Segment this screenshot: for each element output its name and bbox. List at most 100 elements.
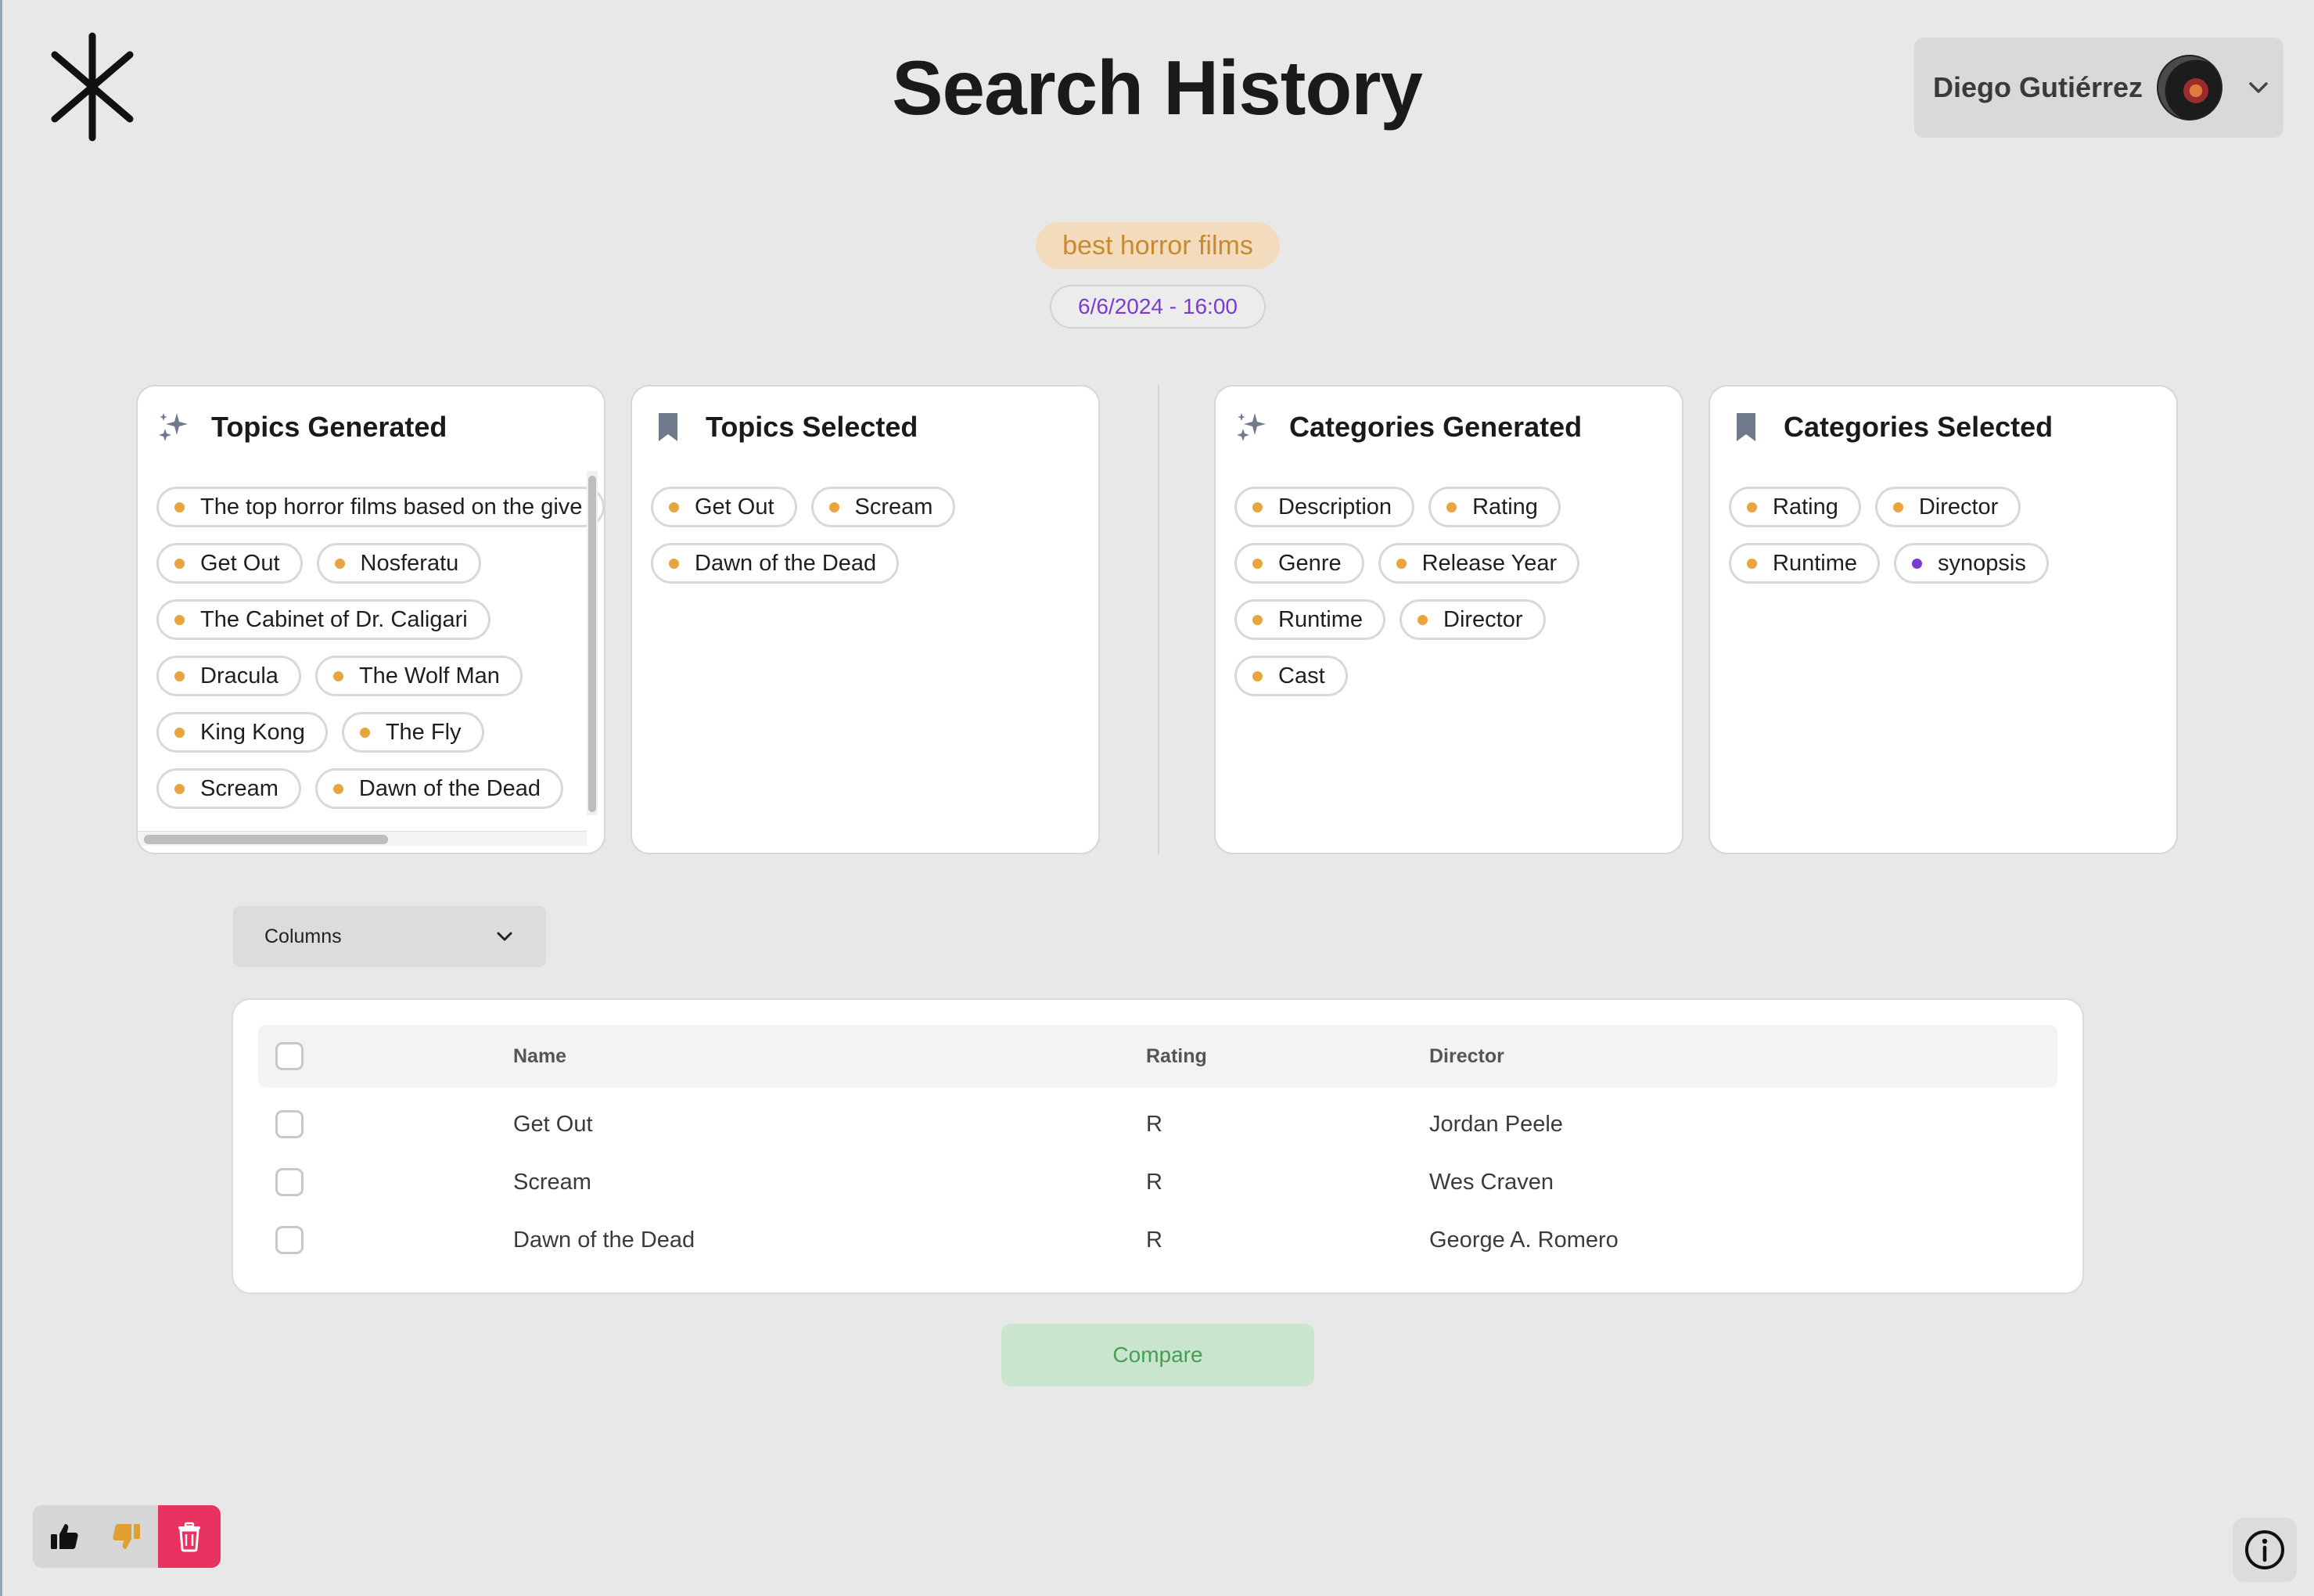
status-dot (174, 670, 185, 681)
chevron-down-icon (497, 932, 512, 941)
category-chip[interactable]: Runtime (1234, 599, 1385, 640)
thumbs-down-icon (113, 1524, 140, 1549)
topic-chip[interactable]: The Cabinet of Dr. Caligari (156, 599, 490, 640)
topic-chip[interactable]: Nosferatu (316, 543, 482, 584)
card-header: Topics Generated (156, 410, 447, 444)
results-table: Name Rating Director Get Out R Jordan Pe… (232, 998, 2084, 1294)
topic-chip[interactable]: Dawn of the Dead (314, 768, 564, 809)
user-menu-button[interactable]: Diego Gutiérrez (1914, 38, 2283, 138)
category-chip[interactable]: Release Year (1378, 543, 1580, 584)
status-dot (174, 783, 185, 794)
status-dot (1892, 501, 1903, 512)
chevron-down-icon (2249, 82, 2268, 93)
card-title: Categories Generated (1289, 411, 1583, 443)
status-dot (1446, 501, 1457, 512)
status-dot (1252, 614, 1263, 625)
topic-chip[interactable]: Scream (810, 487, 956, 527)
table-row[interactable]: Dawn of the Dead R George A. Romero (258, 1211, 2057, 1269)
columns-label: Columns (264, 925, 342, 947)
scrollbar-thumb[interactable] (588, 476, 596, 812)
select-all-checkbox[interactable] (275, 1042, 304, 1070)
trash-icon (178, 1522, 200, 1552)
status-dot (1396, 558, 1407, 569)
query-badge: best horror films (1036, 222, 1280, 269)
cell-director: Wes Craven (1429, 1170, 1554, 1195)
status-dot (828, 501, 839, 512)
status-dot (359, 727, 370, 738)
category-chip[interactable]: Director (1874, 487, 2021, 527)
cell-director: Jordan Peele (1429, 1112, 1563, 1137)
status-dot (174, 501, 185, 512)
cell-rating: R (1146, 1170, 1162, 1195)
table-header: Name Rating Director (258, 1025, 2057, 1087)
chip-list: Rating Director Runtime synopsis (1729, 487, 2158, 584)
status-dot (1252, 558, 1263, 569)
section-divider (1158, 385, 1159, 854)
chip-list: Description Rating Genre Release Year Ru… (1234, 487, 1663, 696)
card-title: Topics Generated (211, 411, 447, 443)
delete-button[interactable] (158, 1505, 221, 1568)
status-dot (332, 783, 343, 794)
thumbs-down-button[interactable] (95, 1505, 158, 1568)
info-button[interactable] (2233, 1518, 2297, 1582)
date-badge: 6/6/2024 - 16:00 (1050, 285, 1266, 329)
horizontal-scrollbar[interactable] (138, 831, 587, 846)
topic-chip[interactable]: Dawn of the Dead (651, 543, 900, 584)
card-header: Topics Selected (651, 410, 918, 444)
columns-dropdown[interactable]: Columns (233, 906, 546, 967)
cell-director: George A. Romero (1429, 1228, 1619, 1253)
topic-chip[interactable]: The Fly (341, 712, 484, 753)
row-checkbox[interactable] (275, 1226, 304, 1254)
compare-button[interactable]: Compare (1001, 1324, 1314, 1386)
topic-chip[interactable]: Dracula (156, 656, 301, 696)
topic-chip[interactable]: Get Out (156, 543, 303, 584)
topic-chip[interactable]: The top horror films based on the give (156, 487, 604, 527)
vertical-scrollbar[interactable] (587, 471, 598, 815)
status-dot (334, 558, 345, 569)
topic-chip[interactable]: King Kong (156, 712, 328, 753)
topic-chip[interactable]: Get Out (651, 487, 797, 527)
category-chip[interactable]: Description (1234, 487, 1415, 527)
card-header: Categories Selected (1729, 410, 2053, 444)
categories-selected-card: Categories Selected Rating Director Runt… (1709, 385, 2178, 854)
category-chip[interactable]: Director (1400, 599, 1546, 640)
scrollbar-thumb[interactable] (144, 835, 388, 844)
card-title: Categories Selected (1784, 411, 2053, 443)
status-dot (332, 670, 343, 681)
thumbs-up-button[interactable] (33, 1505, 95, 1568)
card-header: Categories Generated (1234, 410, 1582, 444)
cell-rating: R (1146, 1112, 1162, 1137)
table-row[interactable]: Get Out R Jordan Peele (258, 1095, 2057, 1153)
category-chip[interactable]: Cast (1234, 656, 1348, 696)
column-header-director[interactable]: Director (1429, 1025, 1504, 1087)
thumbs-up-icon (51, 1524, 78, 1549)
status-dot (1252, 670, 1263, 681)
feedback-toolbar (33, 1505, 221, 1568)
status-dot (1912, 558, 1922, 569)
row-checkbox[interactable] (275, 1110, 304, 1138)
cell-rating: R (1146, 1228, 1162, 1253)
status-dot (1747, 501, 1757, 512)
category-chip[interactable]: Rating (1729, 487, 1861, 527)
topic-chip[interactable]: The Wolf Man (314, 656, 523, 696)
table-row[interactable]: Scream R Wes Craven (258, 1153, 2057, 1211)
category-chip[interactable]: synopsis (1894, 543, 2049, 584)
avatar (2157, 55, 2223, 120)
status-dot (1418, 614, 1428, 625)
topic-chip[interactable]: Scream (156, 768, 301, 809)
sparkles-icon (1237, 413, 1266, 441)
status-dot (669, 501, 679, 512)
row-checkbox[interactable] (275, 1168, 304, 1196)
category-chip[interactable]: Genre (1234, 543, 1364, 584)
cell-name: Scream (513, 1170, 591, 1195)
column-header-name[interactable]: Name (513, 1025, 566, 1087)
category-chip[interactable]: Runtime (1729, 543, 1880, 584)
chip-list: Get Out Scream Dawn of the Dead (651, 487, 1080, 584)
status-dot (1252, 501, 1263, 512)
column-header-rating[interactable]: Rating (1146, 1025, 1207, 1087)
status-dot (669, 558, 679, 569)
status-dot (174, 558, 185, 569)
topics-scroll-area[interactable]: The top horror films based on the give G… (156, 487, 604, 823)
window-edge (0, 0, 2, 1596)
category-chip[interactable]: Rating (1428, 487, 1561, 527)
